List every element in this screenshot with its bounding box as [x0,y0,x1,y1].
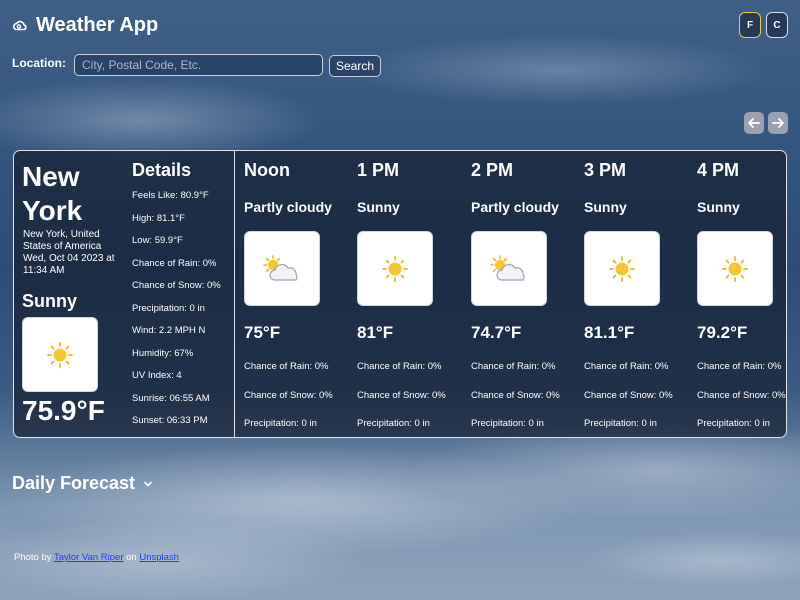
app-title: Weather App [36,14,159,36]
credit-middle: on [126,552,137,563]
hour-card: 2 PM Partly cloudy 74.7°F Chance of Rain… [471,151,583,437]
hour-temperature: 81°F [357,323,394,342]
detail-high: High: 81.1°F [132,212,185,224]
hour-time: 4 PM [697,160,740,180]
fahrenheit-button[interactable]: F [739,12,761,38]
hour-chance-of-rain: Chance of Rain: 0% [697,361,782,372]
city-name: New York [22,161,83,226]
hour-icon-box [471,231,547,306]
hour-temperature: 81.1°F [584,323,635,342]
hour-condition: Partly cloudy [244,199,332,215]
location-details: New York, United States of America Wed, … [23,229,119,277]
hour-card: 1 PM Sunny 81°F Chance of Rain: 0% Chanc… [357,151,469,437]
details-section: Details Feels Like: 80.9°F High: 81.1°F … [132,160,221,437]
location-search: Location: Search [12,54,382,77]
detail-chance-of-rain: Chance of Rain: 0% [132,257,217,269]
current-datetime: Wed, Oct 04 2023 at 11:34 AM [23,253,115,276]
daily-forecast-toggle[interactable]: Daily Forecast [12,473,153,494]
hour-time: 1 PM [357,160,400,180]
partly-cloudy-icon [263,254,298,281]
hour-time: 3 PM [584,160,627,180]
hour-card: 4 PM Sunny 79.2°F Chance of Rain: 0% Cha… [697,151,786,437]
arrow-right-icon [772,118,784,128]
hour-icon-box [697,231,773,306]
hour-time: 2 PM [471,160,514,180]
hour-time: Noon [244,160,290,180]
app-header: Weather App [12,14,158,37]
hour-temperature: 74.7°F [471,323,522,342]
hour-icon-box [357,231,433,306]
location-input[interactable] [74,54,323,76]
chevron-down-icon [144,481,152,486]
hour-chance-of-snow: Chance of Snow: 0% [697,390,786,401]
hour-precipitation: Precipitation: 0 in [697,418,770,429]
hour-chance-of-rain: Chance of Rain: 0% [357,361,442,372]
current-condition: Sunny [22,291,78,311]
details-title: Details [132,160,192,180]
weather-card: New York New York, United States of Amer… [13,150,787,438]
hour-chance-of-rain: Chance of Rain: 0% [471,361,556,372]
detail-sunset: Sunset: 06:33 PM [132,415,208,426]
current-temperature: 75.9°F [22,395,105,426]
sun-icon [382,255,408,282]
daily-forecast-title: Daily Forecast [12,473,136,493]
hour-temperature: 79.2°F [697,323,748,342]
detail-sunrise: Sunrise: 06:55 AM [132,392,210,404]
hour-icon-box [584,231,660,306]
hour-precipitation: Precipitation: 0 in [584,418,657,429]
current-weather-icon-box [22,317,98,392]
unsplash-link[interactable]: Unsplash [139,552,179,563]
partly-cloudy-icon [490,254,525,281]
current-weather-panel: New York New York, United States of Amer… [14,151,235,437]
detail-wind: Wind: 2.2 MPH N [132,325,206,336]
detail-precipitation: Precipitation: 0 in [132,302,205,314]
unit-toggle: F C [739,12,788,38]
sun-icon [722,255,748,282]
hour-temperature: 75°F [244,323,281,342]
hourly-forecast: Noon Partly cloudy 75°F Chance of Rain: … [244,151,786,437]
hour-condition: Sunny [697,199,740,215]
detail-uv-index: UV Index: 4 [132,370,182,381]
search-button[interactable]: Search [329,55,382,77]
hour-card: Noon Partly cloudy 75°F Chance of Rain: … [244,151,356,437]
location-label: Location: [12,56,66,70]
hour-chance-of-snow: Chance of Snow: 0% [584,390,673,401]
author-link[interactable]: Taylor Van Riper [54,552,124,563]
hour-icon-box [244,231,320,306]
hour-precipitation: Precipitation: 0 in [471,418,544,429]
detail-feels-like: Feels Like: 80.9°F [132,190,209,201]
photo-credit: Photo by Taylor Van Riper on Unsplash [14,552,179,563]
hour-precipitation: Precipitation: 0 in [244,418,317,429]
hour-condition: Sunny [357,199,400,215]
hour-chance-of-rain: Chance of Rain: 0% [584,361,669,372]
hour-precipitation: Precipitation: 0 in [357,418,430,429]
hour-card: 3 PM Sunny 81.1°F Chance of Rain: 0% Cha… [584,151,696,437]
previous-arrow-button[interactable] [744,112,764,134]
hour-condition: Sunny [584,199,627,215]
celsius-button[interactable]: C [766,12,788,38]
detail-low: Low: 59.9°F [132,235,183,246]
credit-prefix: Photo by [14,552,52,563]
arrow-left-icon [748,118,760,128]
location-full: New York, United States of America [23,229,102,252]
sun-icon [47,341,73,368]
detail-humidity: Humidity: 67% [132,347,194,359]
hour-chance-of-snow: Chance of Snow: 0% [244,390,333,401]
hour-condition: Partly cloudy [471,199,559,215]
hour-chance-of-rain: Chance of Rain: 0% [244,361,329,372]
hour-chance-of-snow: Chance of Snow: 0% [357,390,446,401]
sun-icon [609,255,635,282]
cloud-sun-logo-icon [12,20,27,30]
hour-chance-of-snow: Chance of Snow: 0% [471,390,560,401]
detail-chance-of-snow: Chance of Snow: 0% [132,280,221,291]
next-arrow-button[interactable] [768,112,788,134]
hourly-navigation [744,112,788,134]
